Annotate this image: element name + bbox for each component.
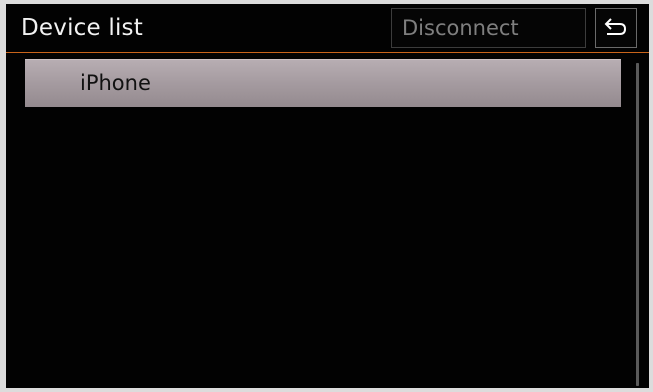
page-title: Device list [21, 15, 143, 41]
list-item-label: iPhone [80, 71, 151, 95]
list-item-iphone[interactable]: iPhone [25, 59, 621, 107]
scrollbar-thumb[interactable] [636, 63, 639, 386]
device-list-screen: Device list Disconnect iPhone [6, 4, 649, 388]
disconnect-button[interactable]: Disconnect [391, 8, 586, 48]
header-bar: Device list Disconnect [6, 4, 649, 52]
scrollbar[interactable] [636, 63, 639, 386]
back-arrow-icon [604, 18, 627, 35]
back-button[interactable] [595, 8, 637, 48]
device-list: iPhone [6, 53, 649, 388]
